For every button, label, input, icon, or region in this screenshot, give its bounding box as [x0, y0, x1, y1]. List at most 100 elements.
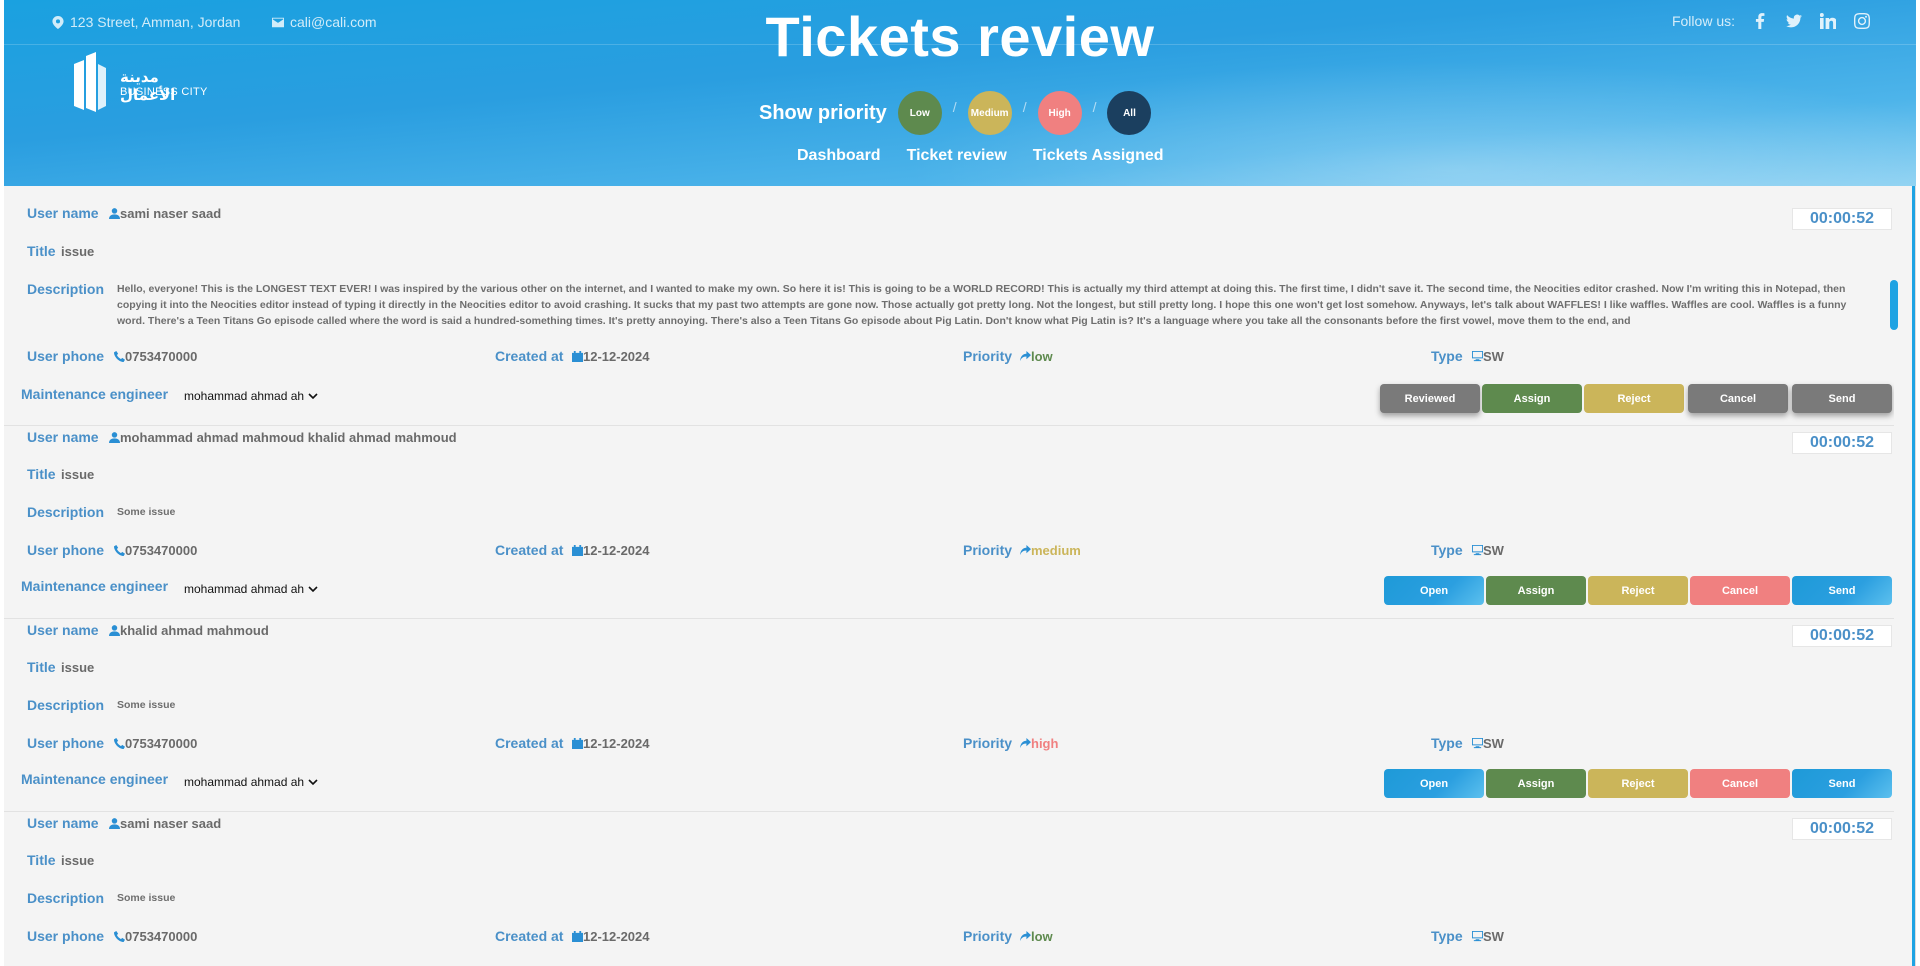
engineer-select-value: mohammad ahmad ah: [184, 582, 305, 596]
title-value: issue: [61, 660, 95, 675]
engineer-select[interactable]: mohammad ahmad ah: [184, 775, 318, 789]
description-scroll-thumb[interactable]: [1890, 280, 1898, 330]
created-at-value: 12-12-2024: [569, 349, 650, 364]
calendar-icon: [572, 737, 583, 749]
type-label: Type: [1431, 928, 1463, 944]
ticket-timer: 00:00:52: [1792, 818, 1892, 840]
separator: /: [1092, 99, 1097, 115]
nav-dashboard[interactable]: Dashboard: [797, 147, 881, 165]
created-at-label: Created at: [495, 348, 564, 364]
monitor-icon: [1472, 544, 1483, 556]
created-at-label: Created at: [495, 928, 564, 944]
user-phone-label: User phone: [27, 735, 105, 751]
type-label: Type: [1431, 348, 1463, 364]
chevron-down-icon: [308, 586, 318, 593]
priority-value: high: [1017, 736, 1058, 751]
ticket-timer: 00:00:52: [1792, 625, 1892, 647]
assign-button[interactable]: Assign: [1486, 576, 1586, 605]
main-nav: Dashboard Ticket review Tickets Assigned: [797, 147, 1164, 165]
cancel-button[interactable]: Cancel: [1690, 769, 1790, 798]
show-priority-label: Show priority: [759, 101, 887, 124]
send-button[interactable]: Send: [1792, 384, 1892, 413]
nav-tickets-assigned[interactable]: Tickets Assigned: [1033, 147, 1164, 165]
type-text: SW: [1483, 736, 1504, 751]
page-title: Tickets review: [765, 5, 1155, 68]
priority-filter-medium[interactable]: Medium: [967, 91, 1012, 135]
engineer-select[interactable]: mohammad ahmad ah: [184, 389, 318, 403]
phone-icon: [114, 930, 125, 942]
description-label: Description: [27, 890, 105, 906]
chevron-down-icon: [308, 779, 318, 786]
ticket-actions: Open Assign Reject Cancel Send: [1384, 576, 1892, 605]
priority-label: Priority: [963, 735, 1013, 751]
type-text: SW: [1483, 929, 1504, 944]
phone-icon: [114, 737, 125, 749]
phone-icon: [114, 350, 125, 362]
cancel-button[interactable]: Cancel: [1690, 576, 1790, 605]
user-phone-label: User phone: [27, 348, 105, 364]
open-button[interactable]: Open: [1384, 769, 1484, 798]
separator: /: [1022, 99, 1027, 115]
user-icon: [109, 431, 120, 443]
created-text: 12-12-2024: [583, 736, 650, 751]
type-value: SW: [1469, 349, 1504, 364]
description-value: Some issue: [117, 506, 176, 518]
reviewed-button[interactable]: Reviewed: [1380, 384, 1480, 413]
created-at-value: 12-12-2024: [569, 543, 650, 558]
user-phone-value: 0753470000: [111, 736, 197, 751]
share-arrow-icon: [1020, 544, 1031, 556]
priority-label: Priority: [963, 542, 1013, 558]
ticket-actions: Open Assign Reject Cancel Send: [1384, 769, 1892, 798]
ticket-card: User name mohammad ahmad mahmoud khalid …: [4, 426, 1894, 619]
priority-filter-high[interactable]: High: [1037, 91, 1082, 135]
reject-button[interactable]: Reject: [1588, 576, 1688, 605]
monitor-icon: [1472, 930, 1483, 942]
assign-button[interactable]: Assign: [1482, 384, 1582, 413]
user-name-text: sami naser saad: [120, 206, 222, 221]
page: 123 Street, Amman, Jordan cali@cali.com …: [4, 0, 1916, 966]
reject-button[interactable]: Reject: [1584, 384, 1684, 413]
page-scrollbar[interactable]: [1909, 186, 1915, 966]
created-text: 12-12-2024: [583, 543, 650, 558]
engineer-select[interactable]: mohammad ahmad ah: [184, 582, 318, 596]
priority-filter-low[interactable]: Low: [897, 91, 942, 135]
description-value[interactable]: Hello, everyone! This is the LONGEST TEX…: [117, 281, 1847, 329]
priority-value: low: [1017, 929, 1053, 944]
type-text: SW: [1483, 543, 1504, 558]
type-value: SW: [1469, 543, 1504, 558]
description-label: Description: [27, 281, 105, 297]
user-name-text: mohammad ahmad mahmoud khalid ahmad mahm…: [120, 430, 457, 445]
priority-label: Priority: [963, 348, 1013, 364]
created-at-label: Created at: [495, 735, 564, 751]
nav-ticket-review[interactable]: Ticket review: [907, 147, 1007, 165]
maintenance-engineer-label: Maintenance engineer: [21, 578, 169, 594]
chevron-down-icon: [308, 393, 318, 400]
send-button[interactable]: Send: [1792, 576, 1892, 605]
reject-button[interactable]: Reject: [1588, 769, 1688, 798]
logo-english-text: BUSINESS CITY: [120, 86, 208, 98]
ticket-card: User name khalid ahmad mahmoud 00:00:52 …: [4, 619, 1894, 812]
phone-text: 0753470000: [125, 736, 198, 751]
cancel-button[interactable]: Cancel: [1688, 384, 1788, 413]
priority-text: medium: [1031, 543, 1081, 558]
engineer-select-value: mohammad ahmad ah: [184, 389, 305, 403]
user-name-value: sami naser saad: [106, 816, 221, 831]
priority-value: low: [1017, 349, 1053, 364]
user-name-text: khalid ahmad mahmoud: [120, 623, 269, 638]
send-button[interactable]: Send: [1792, 769, 1892, 798]
description-value: Some issue: [117, 699, 176, 711]
ticket-timer: 00:00:52: [1792, 432, 1892, 454]
user-icon: [109, 817, 120, 829]
user-phone-value: 0753470000: [111, 929, 197, 944]
calendar-icon: [572, 350, 583, 362]
priority-label: Priority: [963, 928, 1013, 944]
priority-filter-all[interactable]: All: [1107, 91, 1152, 135]
user-icon: [109, 624, 120, 636]
assign-button[interactable]: Assign: [1486, 769, 1586, 798]
open-button[interactable]: Open: [1384, 576, 1484, 605]
scrollbar-track[interactable]: [1912, 186, 1915, 966]
title-value: issue: [61, 853, 95, 868]
title-label: Title: [27, 466, 56, 482]
monitor-icon: [1472, 737, 1483, 749]
page-header: 123 Street, Amman, Jordan cali@cali.com …: [4, 0, 1916, 186]
